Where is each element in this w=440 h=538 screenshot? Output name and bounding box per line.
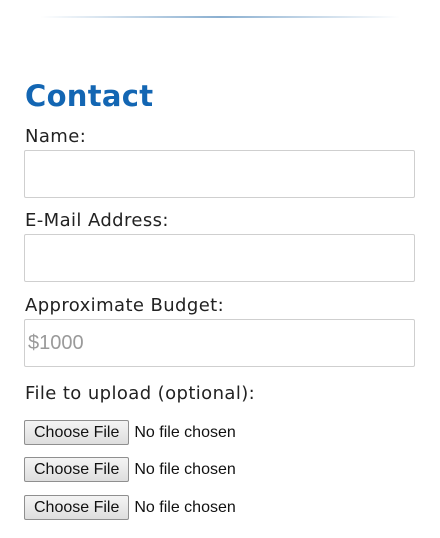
file-input-3[interactable]: Choose File No file chosen [24,494,236,520]
email-label: E-Mail Address: [25,210,169,231]
choose-file-button[interactable]: Choose File [24,419,130,445]
header-divider [40,16,400,18]
file-status-text: No file chosen [134,460,236,478]
choose-file-button[interactable]: Choose File [24,456,130,482]
budget-label: Approximate Budget: [25,295,225,316]
file-status-text: No file chosen [134,498,236,516]
file-input-1[interactable]: Choose File No file chosen [24,419,236,445]
file-upload-label: File to upload (optional): [25,383,256,404]
name-field[interactable] [24,150,415,198]
page-title: Contact [25,79,154,113]
email-field[interactable] [24,234,415,282]
file-status-text: No file chosen [134,423,236,441]
choose-file-button[interactable]: Choose File [24,494,130,520]
file-input-2[interactable]: Choose File No file chosen [24,456,236,482]
name-label: Name: [25,126,87,147]
budget-field[interactable] [24,319,415,367]
